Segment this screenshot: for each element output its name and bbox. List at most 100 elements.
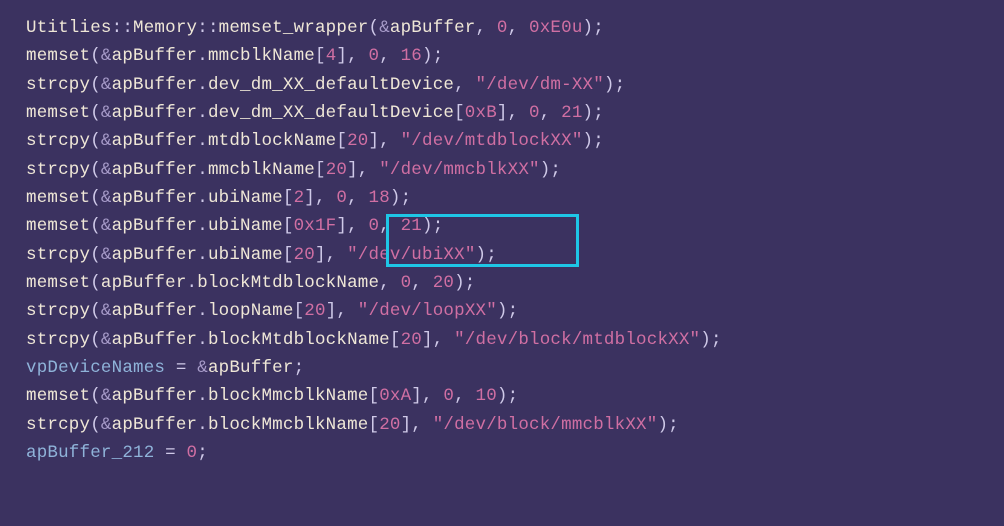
token-punc: ); bbox=[583, 103, 604, 123]
token-amp: & bbox=[101, 160, 112, 180]
token-id: apBuffer bbox=[101, 273, 187, 293]
token-id: apBuffer bbox=[112, 75, 198, 95]
token-num: 20 bbox=[304, 301, 325, 321]
token-punc: [ bbox=[454, 103, 465, 123]
token-punc: [ bbox=[315, 160, 326, 180]
code-line: strcpy(&apBuffer.blockMtdblockName[20], … bbox=[26, 326, 1004, 354]
token-punc: ); bbox=[583, 131, 604, 151]
token-amp: & bbox=[101, 301, 112, 321]
token-amp: & bbox=[101, 245, 112, 265]
code-line: memset(&apBuffer.blockMmcblkName[0xA], 0… bbox=[26, 382, 1004, 410]
token-num: 16 bbox=[401, 46, 422, 66]
token-punc: ( bbox=[90, 46, 101, 66]
token-id: strcpy bbox=[26, 75, 90, 95]
token-punc: ], bbox=[315, 245, 347, 265]
token-punc: [ bbox=[283, 188, 294, 208]
token-punc: ); bbox=[454, 273, 475, 293]
token-id: blockMtdblockName bbox=[208, 330, 390, 350]
token-punc: . bbox=[197, 131, 208, 151]
token-amp: & bbox=[101, 103, 112, 123]
token-num: 0 bbox=[443, 386, 454, 406]
token-id: strcpy bbox=[26, 415, 90, 435]
token-punc: ( bbox=[90, 188, 101, 208]
token-id: apBuffer bbox=[112, 386, 198, 406]
token-punc: . bbox=[197, 415, 208, 435]
token-punc: ); bbox=[700, 330, 721, 350]
code-line: strcpy(&apBuffer.mmcblkName[20], "/dev/m… bbox=[26, 156, 1004, 184]
token-punc: . bbox=[197, 188, 208, 208]
token-id: mmcblkName bbox=[208, 160, 315, 180]
token-punc: [ bbox=[315, 46, 326, 66]
token-punc: [ bbox=[283, 216, 294, 236]
token-num: 0 bbox=[401, 273, 412, 293]
token-id: blockMtdblockName bbox=[197, 273, 379, 293]
token-num: 18 bbox=[369, 188, 390, 208]
token-id: Utitlies bbox=[26, 18, 112, 38]
token-id: apBuffer bbox=[112, 160, 198, 180]
token-num: 21 bbox=[561, 103, 582, 123]
token-punc: ( bbox=[90, 245, 101, 265]
token-num: 20 bbox=[433, 273, 454, 293]
token-punc: ( bbox=[90, 301, 101, 321]
token-punc: . bbox=[187, 273, 198, 293]
token-id: apBuffer bbox=[112, 245, 198, 265]
token-id: strcpy bbox=[26, 245, 90, 265]
token-id: memset bbox=[26, 273, 90, 293]
code-line: strcpy(&apBuffer.loopName[20], "/dev/loo… bbox=[26, 297, 1004, 325]
token-id: apBuffer bbox=[112, 188, 198, 208]
code-line: strcpy(&apBuffer.ubiName[20], "/dev/ubiX… bbox=[26, 241, 1004, 269]
token-amp: & bbox=[101, 131, 112, 151]
token-str: "/dev/mtdblockXX" bbox=[401, 131, 583, 151]
token-punc: [ bbox=[368, 415, 379, 435]
token-punc: ; bbox=[197, 443, 208, 463]
code-line: strcpy(&apBuffer.dev_dm_XX_defaultDevice… bbox=[26, 71, 1004, 99]
token-punc: [ bbox=[336, 131, 347, 151]
token-amp: & bbox=[197, 358, 208, 378]
token-id: apBuffer bbox=[112, 301, 198, 321]
token-punc: , bbox=[347, 188, 368, 208]
token-punc: ( bbox=[90, 131, 101, 151]
token-id: apBuffer bbox=[112, 216, 198, 236]
token-punc: , bbox=[454, 386, 475, 406]
token-punc: ); bbox=[497, 386, 518, 406]
token-punc: ( bbox=[90, 75, 101, 95]
code-line: Utitlies::Memory::memset_wrapper(&apBuff… bbox=[26, 14, 1004, 42]
token-num: 20 bbox=[379, 415, 400, 435]
token-punc: ( bbox=[90, 330, 101, 350]
token-num: 0x1F bbox=[294, 216, 337, 236]
token-punc: , bbox=[379, 216, 400, 236]
token-punc: , bbox=[411, 273, 432, 293]
token-id: blockMmcblkName bbox=[208, 386, 369, 406]
token-punc: = bbox=[154, 443, 186, 463]
token-fn: apBuffer_212 bbox=[26, 443, 154, 463]
token-num: 0 bbox=[369, 46, 380, 66]
token-punc: , bbox=[540, 103, 561, 123]
token-num: 20 bbox=[326, 160, 347, 180]
code-line: memset(&apBuffer.ubiName[2], 0, 18); bbox=[26, 184, 1004, 212]
token-amp: & bbox=[101, 46, 112, 66]
token-str: "/dev/dm-XX" bbox=[476, 75, 604, 95]
token-punc: . bbox=[197, 301, 208, 321]
token-punc: [ bbox=[283, 245, 294, 265]
token-id: mmcblkName bbox=[208, 46, 315, 66]
token-id: apBuffer bbox=[112, 103, 198, 123]
token-punc: ); bbox=[657, 415, 678, 435]
token-punc: . bbox=[197, 160, 208, 180]
token-id: strcpy bbox=[26, 301, 90, 321]
token-punc: , bbox=[454, 75, 475, 95]
token-id: memset bbox=[26, 188, 90, 208]
token-id: ubiName bbox=[208, 216, 283, 236]
token-id: apBuffer bbox=[208, 358, 294, 378]
token-punc: ( bbox=[90, 216, 101, 236]
token-punc: . bbox=[197, 75, 208, 95]
token-id: ubiName bbox=[208, 245, 283, 265]
token-id: strcpy bbox=[26, 131, 90, 151]
code-line: memset(&apBuffer.ubiName[0x1F], 0, 21); bbox=[26, 212, 1004, 240]
token-num: 0xA bbox=[379, 386, 411, 406]
token-id: apBuffer bbox=[112, 415, 198, 435]
token-punc: ], bbox=[401, 415, 433, 435]
token-punc: ( bbox=[90, 415, 101, 435]
token-amp: & bbox=[101, 415, 112, 435]
token-id: apBuffer bbox=[112, 330, 198, 350]
token-id: strcpy bbox=[26, 330, 90, 350]
